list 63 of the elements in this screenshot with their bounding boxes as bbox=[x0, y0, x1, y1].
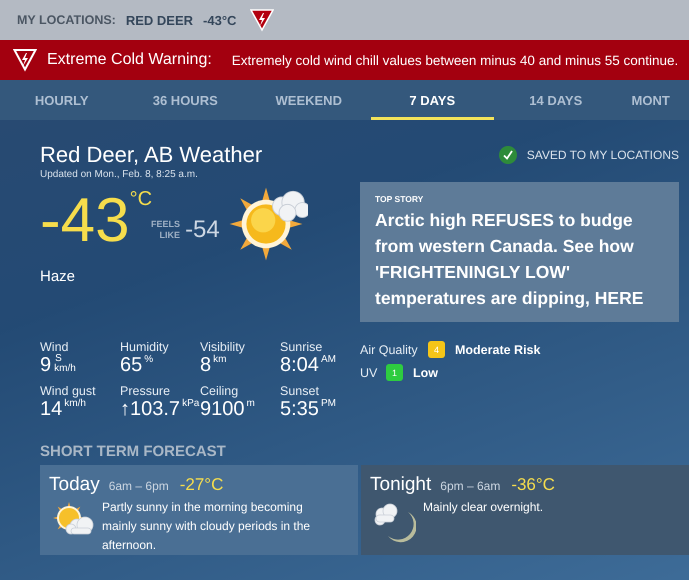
detail-value: 8:04 bbox=[280, 354, 319, 376]
detail-unit: kPa bbox=[182, 398, 200, 409]
forecast-text: Mainly clear overnight. bbox=[423, 499, 544, 516]
detail-unit: km bbox=[213, 354, 226, 365]
section-heading: SHORT TERM FORECAST bbox=[40, 443, 227, 460]
locations-label: MY LOCATIONS: bbox=[17, 13, 116, 27]
tab[interactable]: WEEKEND bbox=[247, 80, 370, 120]
detail-label: Sunset bbox=[280, 384, 320, 398]
index-label: Air Quality bbox=[360, 342, 419, 356]
tab[interactable]: MONT bbox=[618, 80, 684, 120]
tab[interactable]: HOURLY bbox=[0, 80, 124, 120]
warning-logo-icon bbox=[250, 8, 274, 32]
detail-unit: AM bbox=[320, 354, 336, 365]
period-name: Today bbox=[49, 474, 100, 496]
detail-label: Pressure bbox=[120, 384, 172, 398]
detail-label: Humidity bbox=[120, 340, 170, 354]
detail-label: Ceiling bbox=[200, 384, 240, 398]
forecast-text: Partly sunny in the morning becoming mainly sunny with cloudy periods in the afternoon. bbox=[102, 499, 312, 554]
detail-unit: m bbox=[246, 398, 255, 409]
top-story-headline[interactable]: Arctic high REFUSES to budge from western Canada. See how 'FRIGHTENINGLY LOW' temperatures are dipping, HERE bbox=[375, 207, 664, 311]
period-temperature: -27°C bbox=[180, 475, 224, 495]
index-badge: 1 bbox=[386, 364, 403, 381]
period-name: Tonight bbox=[370, 474, 432, 496]
weather-condition: Haze bbox=[40, 268, 76, 285]
index-label: UV bbox=[360, 366, 378, 380]
tab[interactable]: 14 DAYS bbox=[494, 80, 618, 120]
saved-status: SAVED TO MY LOCATIONS bbox=[526, 148, 679, 162]
wind-direction: S bbox=[55, 354, 62, 364]
detail-label: Wind bbox=[40, 340, 70, 354]
period-hours: 6pm – 6am bbox=[440, 479, 500, 493]
detail-label: Wind gust bbox=[40, 384, 97, 398]
index-rating: Moderate Risk bbox=[455, 342, 540, 356]
feels-like-label: FEELS LIKE bbox=[150, 219, 180, 241]
detail-value: 5:35 bbox=[280, 398, 319, 420]
detail-label: Visibility bbox=[200, 340, 246, 354]
detail-value: 14 bbox=[40, 398, 62, 420]
period-temperature: -36°C bbox=[511, 475, 555, 495]
detail-value: 9 bbox=[40, 354, 52, 376]
tab[interactable]: 7 DAYS bbox=[370, 80, 494, 120]
alert-message: Extremely cold wind chill values between minus 40 and minus 55 continue. bbox=[232, 52, 678, 68]
detail-unit: km/h bbox=[64, 398, 86, 409]
temperature-unit: °C bbox=[130, 188, 152, 211]
period-hours: 6am – 6pm bbox=[108, 479, 169, 493]
location-name: RED DEER bbox=[126, 12, 194, 28]
detail-label: Sunrise bbox=[280, 340, 324, 354]
detail-unit: PM bbox=[320, 398, 336, 409]
detail-value: 9100 bbox=[200, 398, 244, 420]
detail-value: 65 bbox=[120, 354, 142, 376]
top-story-label: TOP STORY bbox=[375, 194, 424, 204]
updated-time: Updated on Mon., Feb. 8, 8:25 a.m. bbox=[40, 169, 199, 180]
detail-value: 8 bbox=[200, 354, 212, 376]
tab[interactable]: 36 HOURS bbox=[124, 80, 247, 120]
page-title: Red Deer, AB Weather bbox=[40, 142, 264, 168]
warning-logo-icon bbox=[13, 48, 37, 72]
alert-title: Extreme Cold Warning: bbox=[47, 51, 212, 69]
index-badge: 4 bbox=[428, 341, 445, 358]
detail-value: ↑103.7 bbox=[120, 398, 180, 420]
detail-unit: % bbox=[144, 354, 154, 365]
current-temperature: -43 bbox=[40, 188, 130, 254]
feels-like-temperature: -54 bbox=[185, 216, 220, 244]
index-rating: Low bbox=[413, 366, 438, 380]
location-temperature: -43°C bbox=[203, 12, 236, 28]
detail-unit: km/h bbox=[54, 364, 76, 374]
